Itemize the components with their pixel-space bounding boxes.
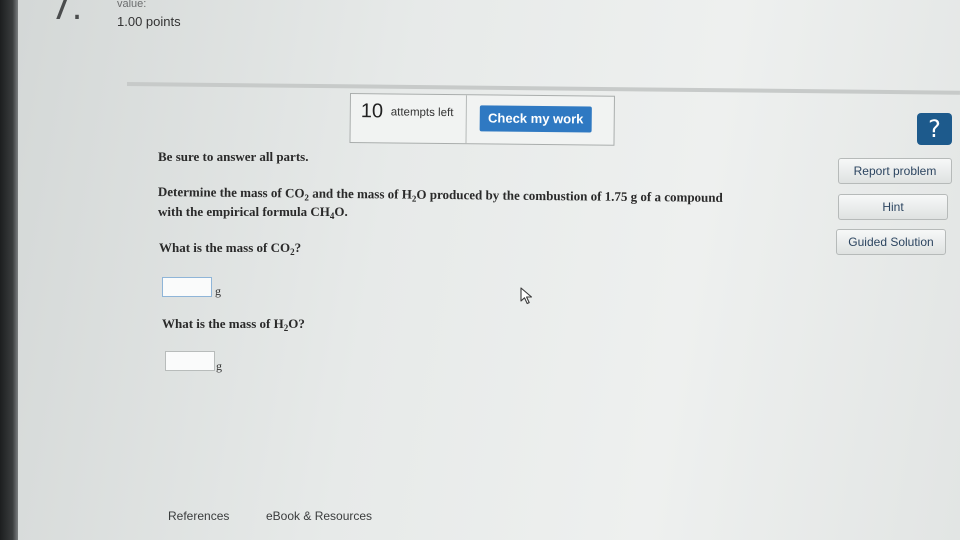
report-problem-button[interactable]: Report problem: [838, 158, 952, 184]
attempts-divider: [465, 95, 467, 144]
question-text: What is the mass of CO: [159, 240, 291, 255]
question-text: What is the mass of H: [162, 316, 284, 331]
unit-label: g: [216, 359, 222, 373]
question-part-co2: What is the mass of CO2?: [159, 240, 302, 257]
attempts-label: attempts left: [390, 106, 454, 120]
references-link[interactable]: References: [168, 509, 229, 523]
divider: [126, 82, 960, 95]
problem-text: O.: [334, 204, 348, 219]
check-my-work-button[interactable]: Check my work: [479, 105, 592, 133]
screen-bezel: [0, 0, 18, 540]
ebook-resources-link[interactable]: eBook & Resources: [266, 509, 372, 523]
help-icon[interactable]: ?: [917, 113, 952, 145]
question-part-h2o: What is the mass of H2O?: [162, 316, 305, 333]
co2-mass-input[interactable]: [162, 277, 212, 297]
question-number: 7.: [50, 0, 83, 28]
value-label: value:: [117, 0, 147, 10]
instructions-text: Be sure to answer all parts.: [158, 149, 309, 164]
question-text: O?: [288, 316, 305, 331]
problem-text: and the mass of H: [308, 185, 413, 202]
problem-text: O produced by the combustion of 1.75 g o…: [416, 186, 723, 205]
guided-solution-button[interactable]: Guided Solution: [836, 229, 946, 255]
problem-text: with the empirical formula CH: [158, 204, 330, 219]
hint-button[interactable]: Hint: [838, 194, 948, 220]
mouse-cursor-icon: [520, 287, 533, 305]
attempts-panel: 10 attempts left Check my work: [349, 93, 615, 146]
problem-statement-line-2: with the empirical formula CH4O.: [158, 204, 348, 221]
problem-statement-line-1: Determine the mass of CO2 and the mass o…: [158, 184, 723, 206]
points-value: 1.00 points: [117, 14, 181, 29]
unit-label: g: [215, 284, 221, 298]
question-text: ?: [294, 240, 302, 255]
problem-text: Determine the mass of CO: [157, 184, 305, 201]
h2o-mass-input[interactable]: [165, 351, 215, 371]
attempts-count: 10: [360, 100, 384, 123]
